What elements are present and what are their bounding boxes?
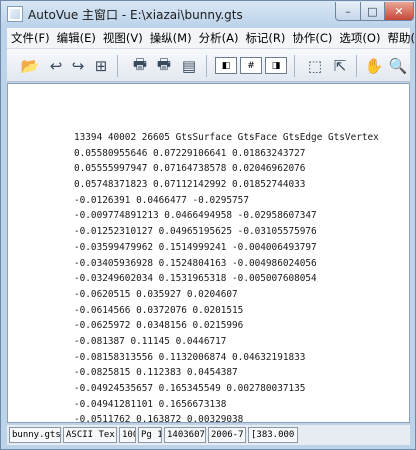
- text-line: -0.03405936928 0.1524804163 -0.004986024…: [74, 257, 317, 269]
- text-line: 0.05555997947 0.07164738578 0.0204696207…: [74, 163, 306, 175]
- text-line: -0.0625972 0.0348156 0.0215996: [74, 320, 244, 332]
- text-line: -0.0620515 0.035927 0.0204607: [74, 288, 238, 300]
- redo-icon[interactable]: ↪: [67, 55, 89, 77]
- document-view[interactable]: 13394 40002 26605 GtsSurface GtsFace Gts…: [7, 83, 410, 423]
- document-text: 13394 40002 26605 GtsSurface GtsFace Gts…: [74, 130, 379, 423]
- menu-edit[interactable]: 编辑(E): [53, 30, 99, 46]
- status-format: ASCII Tex: [63, 427, 117, 443]
- text-line: -0.03599479962 0.1514999241 -0.004006493…: [74, 241, 317, 253]
- menu-help[interactable]: 帮助(H): [383, 30, 416, 46]
- app-window: AutoVue 主窗口 - E:\xiazai\bunny.gts – □ ✕ …: [0, 0, 416, 450]
- toolbar-divider: [294, 55, 295, 77]
- next-page-icon[interactable]: ◨: [265, 57, 287, 74]
- menu-analyze[interactable]: 分析(A): [195, 30, 242, 46]
- open-file-icon[interactable]: 📂: [19, 55, 41, 77]
- previous-page-icon[interactable]: ◧: [215, 57, 237, 74]
- zoom-fit-icon[interactable]: ⬚: [304, 55, 326, 77]
- menu-options[interactable]: 选项(O): [335, 30, 383, 46]
- status-zoom: 100: [119, 427, 136, 443]
- menu-manipulate[interactable]: 操纵(M): [146, 30, 195, 46]
- status-filename: bunny.gts: [9, 427, 61, 443]
- maximize-icon: □: [367, 4, 378, 18]
- tree-view-icon[interactable]: ⊞: [90, 55, 112, 77]
- text-line: -0.0825815 0.112383 0.0454387: [74, 367, 238, 379]
- close-icon: ✕: [394, 4, 404, 18]
- pan-hand-icon[interactable]: ✋: [363, 55, 385, 77]
- text-line: -0.009774891213 0.0466494958 -0.02958607…: [74, 210, 317, 222]
- toolbar-divider: [206, 55, 207, 77]
- undo-icon[interactable]: ↩: [45, 55, 67, 77]
- toolbar-divider: [117, 55, 118, 77]
- app-icon: [7, 6, 23, 22]
- text-line: -0.0126391 0.0466477 -0.0295757: [74, 194, 249, 206]
- close-button[interactable]: ✕: [384, 2, 414, 21]
- scan-icon[interactable]: ▤: [178, 55, 200, 77]
- status-coords: [383.000: [248, 427, 298, 443]
- status-date: 2006-7-: [208, 427, 246, 443]
- text-line: -0.08158313556 0.1132006874 0.0463219183…: [74, 351, 306, 363]
- text-line: 0.05580955646 0.07229106641 0.0186324372…: [74, 147, 306, 159]
- toolbar: 📂 ↩ ↪ ⊞ 🖶 🖶 ▤ ◧ # ◨ ⬚ ⇱ ✋ 🔍: [7, 48, 410, 82]
- print-icon[interactable]: 🖶: [129, 55, 151, 77]
- minimize-icon: –: [345, 4, 351, 18]
- menu-view[interactable]: 视图(V): [99, 30, 146, 46]
- text-line: -0.04941281101 0.1656673138: [74, 398, 227, 410]
- menu-markup[interactable]: 标记(R): [241, 30, 288, 46]
- text-line: -0.081387 0.11145 0.0446717: [74, 335, 227, 347]
- menu-collaborate[interactable]: 协作(C): [288, 30, 335, 46]
- title-bar[interactable]: AutoVue 主窗口 - E:\xiazai\bunny.gts – □ ✕: [1, 1, 415, 27]
- text-line: -0.01252310127 0.04965195625 -0.03105575…: [74, 226, 317, 238]
- menu-bar: 文件(F) 编辑(E) 视图(V) 操纵(M) 分析(A) 标记(R) 协作(C…: [7, 28, 416, 48]
- text-line: -0.0511762 0.163872 0.00329038: [74, 414, 244, 423]
- status-size: 1403607: [164, 427, 206, 443]
- status-page: Pg 1: [138, 427, 162, 443]
- zoom-icon[interactable]: 🔍: [387, 55, 409, 77]
- minimize-button[interactable]: –: [335, 2, 361, 21]
- text-line: -0.04924535657 0.165345549 0.00278003713…: [74, 383, 306, 394]
- page-number-icon[interactable]: #: [240, 57, 262, 74]
- window-title: AutoVue 主窗口 - E:\xiazai\bunny.gts: [28, 8, 243, 22]
- print-preview-icon[interactable]: 🖶: [153, 55, 175, 77]
- text-line: 0.05748371823 0.07112142992 0.0185274403…: [74, 179, 306, 191]
- maximize-button[interactable]: □: [360, 2, 385, 21]
- menu-file[interactable]: 文件(F): [7, 30, 53, 46]
- text-line: -0.0614566 0.0372076 0.0201515: [74, 304, 244, 316]
- text-line: 13394 40002 26605 GtsSurface GtsFace Gts…: [74, 132, 379, 143]
- select-cursor-icon[interactable]: ⇱: [329, 55, 351, 77]
- status-bar: bunny.gts ASCII Tex 100 Pg 1 1403607 200…: [7, 425, 410, 445]
- toolbar-divider: [356, 55, 357, 77]
- text-line: -0.03249602034 0.1531965318 -0.005007608…: [74, 273, 317, 285]
